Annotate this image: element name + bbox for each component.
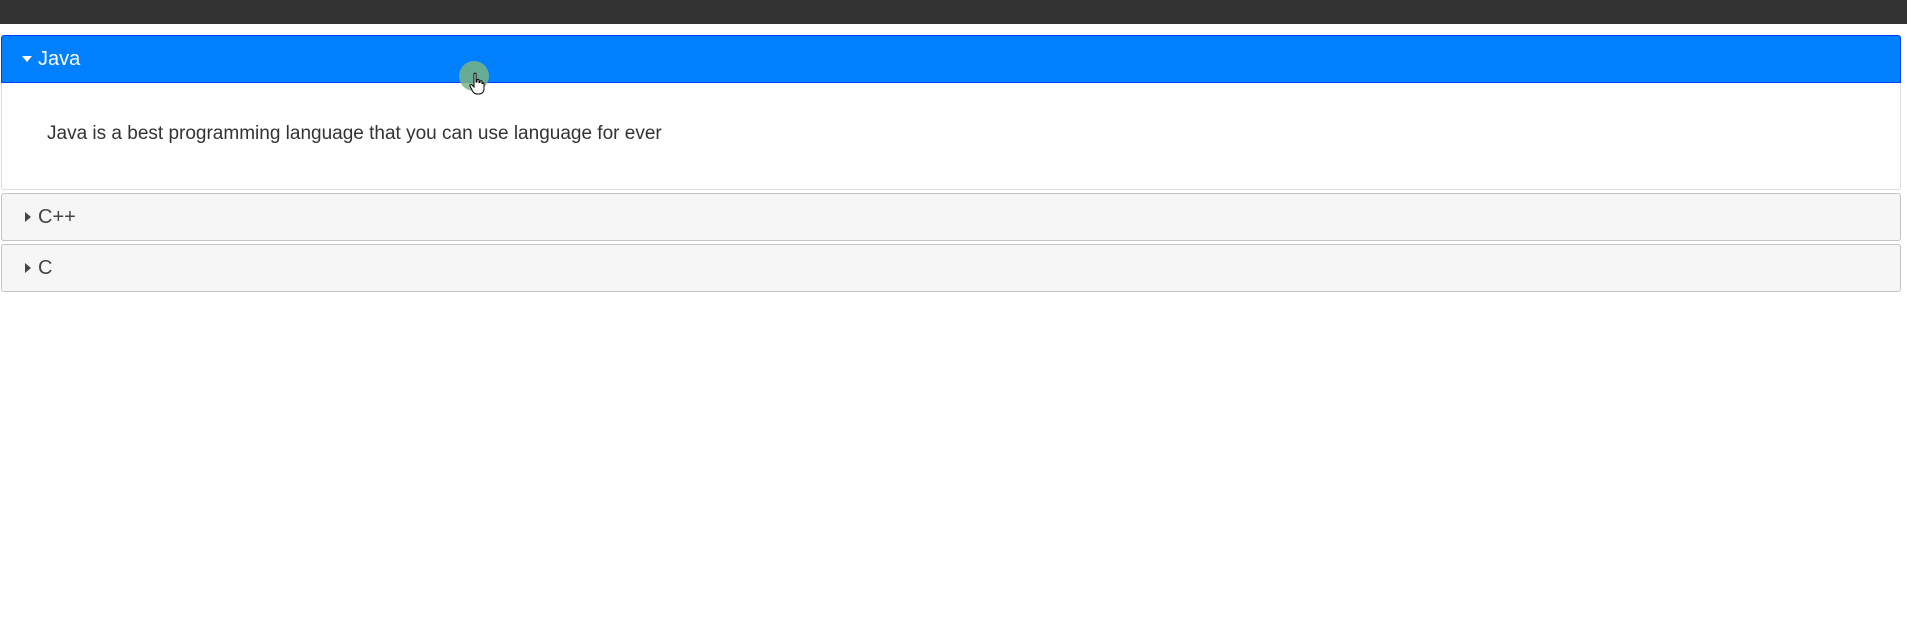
top-bar [0,0,1907,24]
caret-right-icon [25,263,31,273]
caret-right-icon [25,212,31,222]
accordion-panel-java: Java is a best programming language that… [1,83,1901,190]
accordion-header-label: Java [38,47,81,70]
accordion-header-cpp[interactable]: C++ [1,193,1901,241]
hand-cursor-icon [469,72,485,95]
accordion-header-label: C [38,256,53,279]
caret-down-icon [22,56,32,62]
accordion: Java Java is a best programming language… [1,35,1901,292]
accordion-panel-text: Java is a best programming language that… [47,123,662,144]
accordion-header-c[interactable]: C [1,244,1901,292]
accordion-header-label: C++ [38,205,76,228]
accordion-header-java[interactable]: Java [1,35,1901,83]
